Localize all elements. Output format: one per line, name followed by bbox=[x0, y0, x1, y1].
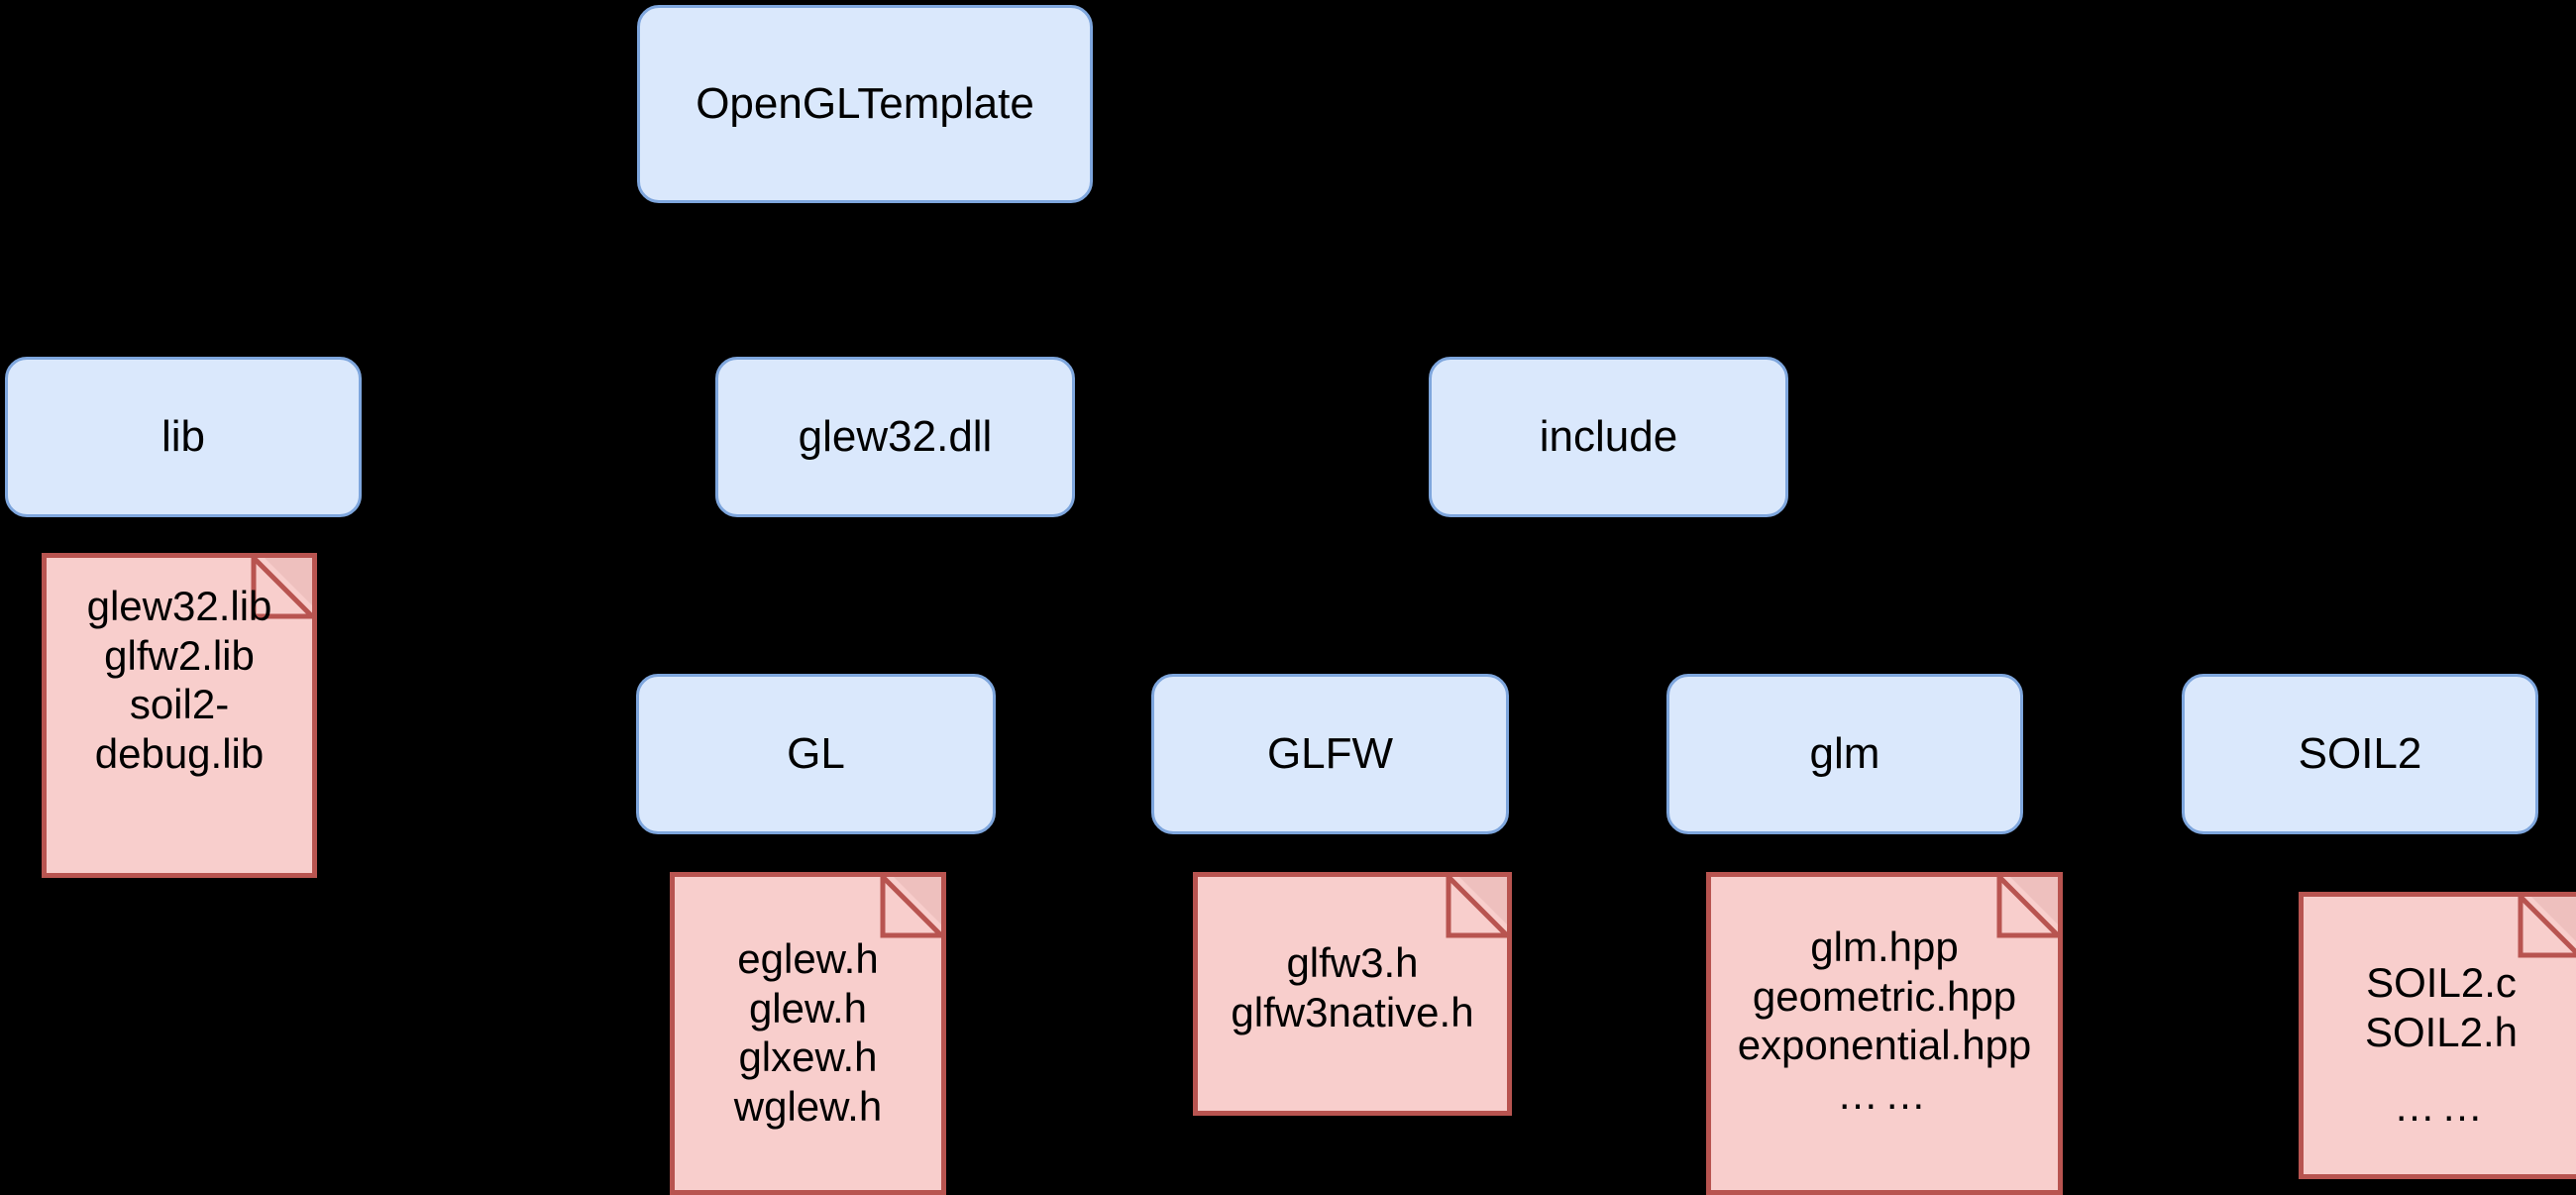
note-gl-text: eglew.h glew.h glxew.h wglew.h bbox=[675, 877, 941, 1131]
note-line: glew.h bbox=[748, 984, 868, 1032]
note-line: geometric.hpp bbox=[1752, 972, 2017, 1020]
note-glm-files[interactable]: glm.hpp geometric.hpp exponential.hpp …… bbox=[1706, 872, 2063, 1195]
node-label: include bbox=[1539, 411, 1678, 461]
node-glfw[interactable]: GLFW bbox=[1151, 674, 1509, 834]
note-line: glfw3.h bbox=[1286, 939, 1419, 986]
node-opengltemplate[interactable]: OpenGLTemplate bbox=[637, 5, 1093, 203]
note-line: exponential.hpp bbox=[1737, 1022, 2032, 1069]
note-gl-files[interactable]: eglew.h glew.h glxew.h wglew.h bbox=[670, 872, 946, 1195]
node-include[interactable]: include bbox=[1429, 357, 1788, 517]
node-lib[interactable]: lib bbox=[5, 357, 362, 517]
note-line: glxew.h bbox=[738, 1033, 878, 1081]
node-label: glew32.dll bbox=[798, 411, 993, 461]
note-lib-text: glew32.lib glfw2.lib soil2- debug.lib bbox=[47, 558, 312, 778]
note-line: wglew.h bbox=[733, 1082, 883, 1130]
node-soil2[interactable]: SOIL2 bbox=[2182, 674, 2538, 834]
note-line: glew32.lib bbox=[86, 583, 272, 629]
note-lib-files[interactable]: glew32.lib glfw2.lib soil2- debug.lib bbox=[42, 553, 317, 878]
diagram-canvas: OpenGLTemplate lib glew32.dll include gl… bbox=[0, 0, 2576, 1195]
node-label: SOIL2 bbox=[2298, 728, 2422, 778]
note-line: glm.hpp bbox=[1810, 923, 1959, 970]
node-glm[interactable]: glm bbox=[1666, 674, 2023, 834]
note-glfw-files[interactable]: glfw3.h glfw3native.h bbox=[1193, 872, 1512, 1116]
node-glew32-dll[interactable]: glew32.dll bbox=[715, 357, 1075, 517]
note-glfw-text: glfw3.h glfw3native.h bbox=[1198, 877, 1507, 1036]
note-glm-text: glm.hpp geometric.hpp exponential.hpp …… bbox=[1711, 877, 2058, 1119]
node-gl[interactable]: GL bbox=[636, 674, 996, 834]
note-line: debug.lib bbox=[94, 729, 265, 777]
note-line: …… bbox=[1837, 1070, 1932, 1118]
note-soil2-files[interactable]: SOIL2.c SOIL2.h …… bbox=[2299, 892, 2576, 1179]
node-label: GL bbox=[787, 728, 845, 778]
note-line: glfw2.lib bbox=[104, 631, 255, 679]
note-line: …… bbox=[2394, 1083, 2489, 1131]
note-line: soil2- bbox=[129, 681, 230, 728]
note-line: SOIL2.c bbox=[2366, 959, 2517, 1006]
node-label: GLFW bbox=[1266, 728, 1394, 778]
node-label: OpenGLTemplate bbox=[696, 78, 1034, 128]
note-line: eglew.h bbox=[737, 935, 879, 982]
note-line: SOIL2.h bbox=[2364, 1008, 2519, 1055]
node-label: lib bbox=[161, 411, 206, 461]
node-label: glm bbox=[1809, 728, 1880, 778]
note-soil2-text: SOIL2.c SOIL2.h …… bbox=[2304, 897, 2576, 1132]
note-line: glfw3native.h bbox=[1231, 988, 1474, 1035]
